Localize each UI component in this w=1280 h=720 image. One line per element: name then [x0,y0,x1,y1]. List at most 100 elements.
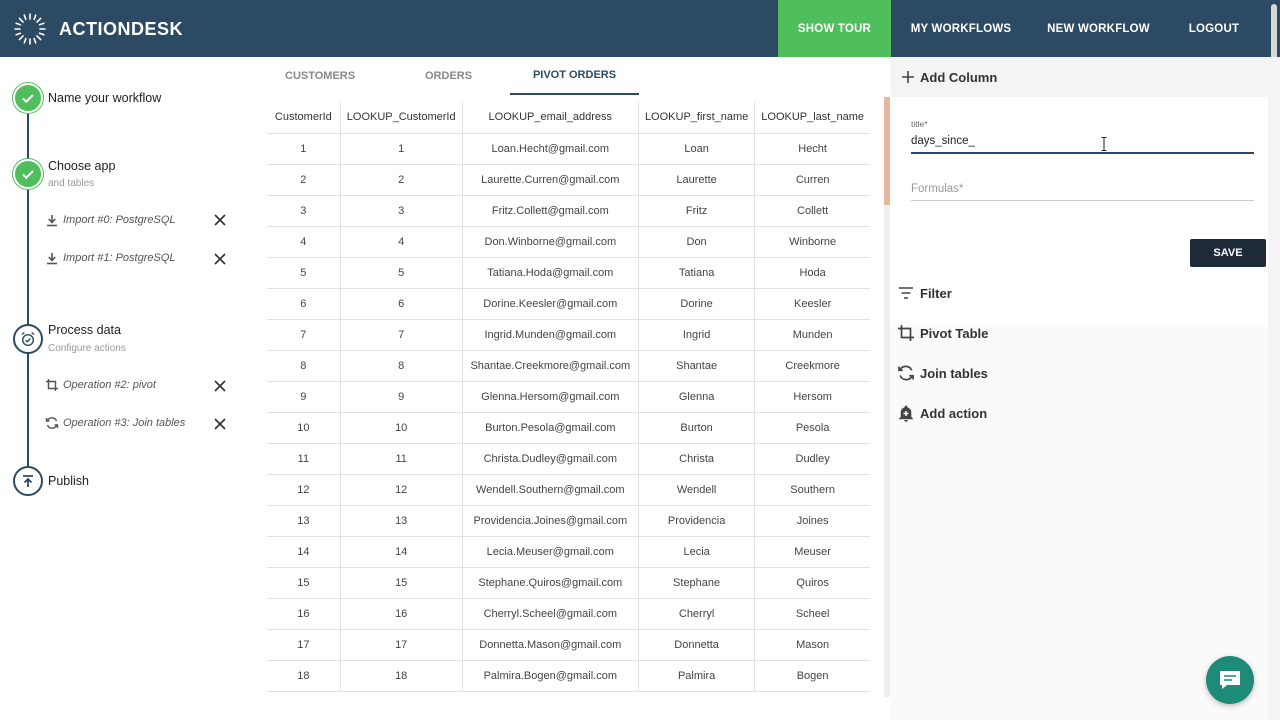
cell-email: Lecia.Meuser@gmail.com [462,536,639,568]
cell-customer-id: 12 [267,474,341,506]
scrollbar-thumb[interactable] [1271,4,1277,64]
table-row[interactable]: 13 13 Providencia.Joines@gmail.com Providen… [267,505,870,537]
cell-last-name: Mason [754,629,870,661]
tab-orders[interactable]: ORDERS [425,57,472,95]
top-bar: ACTIONDESK SHOW TOUR MY WORKFLOWS NEW WO… [0,0,1280,64]
title-input[interactable] [911,130,1254,154]
cell-last-name: Scheel [754,598,870,630]
step-choose-app[interactable]: Choose app [48,159,115,173]
operation-item-2[interactable]: Operation #2: pivot [44,375,156,395]
cell-lookup-customer-id: 14 [340,536,463,568]
table-row[interactable]: 16 16 Cherryl.Scheel@gmail.com Cherryl Schee… [267,598,870,630]
operation-item-3[interactable]: Operation #3: Join tables [44,413,185,433]
join-icon [895,362,917,384]
cell-first-name: Donnetta [638,629,756,661]
action-add-action[interactable]: Add action [891,395,1268,431]
table-row[interactable]: 17 17 Donnetta.Mason@gmail.com Donnetta Maso… [267,629,870,661]
action-filter[interactable]: Filter [891,275,1268,311]
formulas-input[interactable] [911,177,1254,201]
tab-customers[interactable]: CUSTOMERS [285,57,355,95]
add-column-header[interactable]: Add Column [891,57,1268,97]
cell-email: Don.Winborne@gmail.com [462,226,639,258]
logo[interactable]: ACTIONDESK [12,10,183,48]
column-header[interactable]: LOOKUP_CustomerId [340,102,463,134]
table-row[interactable]: 14 14 Lecia.Meuser@gmail.com Lecia Meuser [267,536,870,568]
cell-first-name: Laurette [638,164,756,196]
cell-last-name: Hersom [754,381,870,413]
cell-first-name: Stephane [638,567,756,599]
table-row[interactable]: 10 10 Burton.Pesola@gmail.com Burton Pesola [267,412,870,444]
operation-label: Operation #3: Join tables [63,417,186,429]
form-accent-bar [887,97,889,203]
table-row[interactable]: 12 12 Wendell.Southern@gmail.com Wendell Sou… [267,474,870,506]
cell-first-name: Dorine [638,288,756,320]
cell-customer-id: 14 [267,536,341,568]
page-scrollbar[interactable] [1268,0,1280,64]
table-header-row: CustomerId LOOKUP_CustomerId LOOKUP_emai… [267,102,870,134]
close-icon[interactable] [212,251,228,267]
step-current-icon[interactable] [13,324,43,354]
show-tour-button[interactable]: SHOW TOUR [778,0,891,57]
column-header[interactable]: LOOKUP_email_address [462,102,639,134]
cell-lookup-customer-id: 8 [340,350,463,382]
table-row[interactable]: 2 2 Laurette.Curren@gmail.com Laurette Curre… [267,164,870,196]
table-row[interactable]: 7 7 Ingrid.Munden@gmail.com Ingrid Munden [267,319,870,351]
cell-lookup-customer-id: 3 [340,195,463,227]
my-workflows-link[interactable]: MY WORKFLOWS [900,0,1022,57]
cell-lookup-customer-id: 1 [340,133,463,165]
new-workflow-link[interactable]: NEW WORKFLOW [1036,0,1161,57]
table-row[interactable]: 9 9 Glenna.Hersom@gmail.com Glenna Hersom [267,381,870,413]
cell-email: Providencia.Joines@gmail.com [462,505,639,537]
table-row[interactable]: 3 3 Fritz.Collett@gmail.com Fritz Collett [267,195,870,227]
action-join-tables[interactable]: Join tables [891,355,1268,391]
table-row[interactable]: 4 4 Don.Winborne@gmail.com Don Winborne [267,226,870,258]
chat-icon [1220,671,1240,689]
stepper-line [27,97,29,487]
close-icon[interactable] [212,212,228,228]
cell-first-name: Ingrid [638,319,756,351]
cell-lookup-customer-id: 9 [340,381,463,413]
step-done-icon[interactable] [13,159,43,189]
step-process-data-subtitle: Configure actions [48,343,126,354]
chat-button[interactable] [1206,656,1254,704]
step-process-data[interactable]: Process data [48,323,121,337]
import-item-0[interactable]: Import #0: PostgreSQL [44,210,176,230]
step-pending-icon[interactable] [13,466,43,496]
check-icon [22,170,34,180]
table-row[interactable]: 6 6 Dorine.Keesler@gmail.com Dorine Keesler [267,288,870,320]
column-header[interactable]: CustomerId [267,102,341,134]
cell-email: Tatiana.Hoda@gmail.com [462,257,639,289]
add-alert-icon [895,402,917,424]
cell-first-name: Glenna [638,381,756,413]
cell-customer-id: 17 [267,629,341,661]
step-name-workflow[interactable]: Name your workflow [48,91,161,105]
table-row[interactable]: 1 1 Loan.Hecht@gmail.com Loan Hecht [267,133,870,165]
table-row[interactable]: 18 18 Palmira.Bogen@gmail.com Palmira Bogen [267,660,870,692]
column-header[interactable]: LOOKUP_first_name [638,102,756,134]
cell-lookup-customer-id: 10 [340,412,463,444]
table-row[interactable]: 8 8 Shantae.Creekmore@gmail.com Shantae Cree… [267,350,870,382]
step-publish[interactable]: Publish [48,474,89,488]
column-header[interactable]: LOOKUP_last_name [754,102,870,134]
table-row[interactable]: 15 15 Stephane.Quiros@gmail.com Stephane Qui… [267,567,870,599]
operation-label: Operation #2: pivot [63,379,156,391]
tab-pivot-orders[interactable]: PIVOT ORDERS [510,57,639,95]
cell-first-name: Don [638,226,756,258]
step-done-icon[interactable] [13,83,43,113]
close-icon[interactable] [212,416,228,432]
cell-customer-id: 11 [267,443,341,475]
cell-customer-id: 16 [267,598,341,630]
import-item-1[interactable]: Import #1: PostgreSQL [44,248,176,268]
cell-last-name: Munden [754,319,870,351]
action-label: Add action [920,405,988,421]
cell-lookup-customer-id: 17 [340,629,463,661]
data-table: CustomerId LOOKUP_CustomerId LOOKUP_emai… [267,102,870,692]
action-pivot-table[interactable]: Pivot Table [891,315,1268,351]
save-button[interactable]: SAVE [1190,239,1266,267]
close-icon[interactable] [212,378,228,394]
table-row[interactable]: 11 11 Christa.Dudley@gmail.com Christa Dudle… [267,443,870,475]
table-row[interactable]: 5 5 Tatiana.Hoda@gmail.com Tatiana Hoda [267,257,870,289]
panel-scrollbar[interactable] [1268,57,1280,720]
cell-customer-id: 5 [267,257,341,289]
logout-link[interactable]: LOGOUT [1172,0,1256,57]
